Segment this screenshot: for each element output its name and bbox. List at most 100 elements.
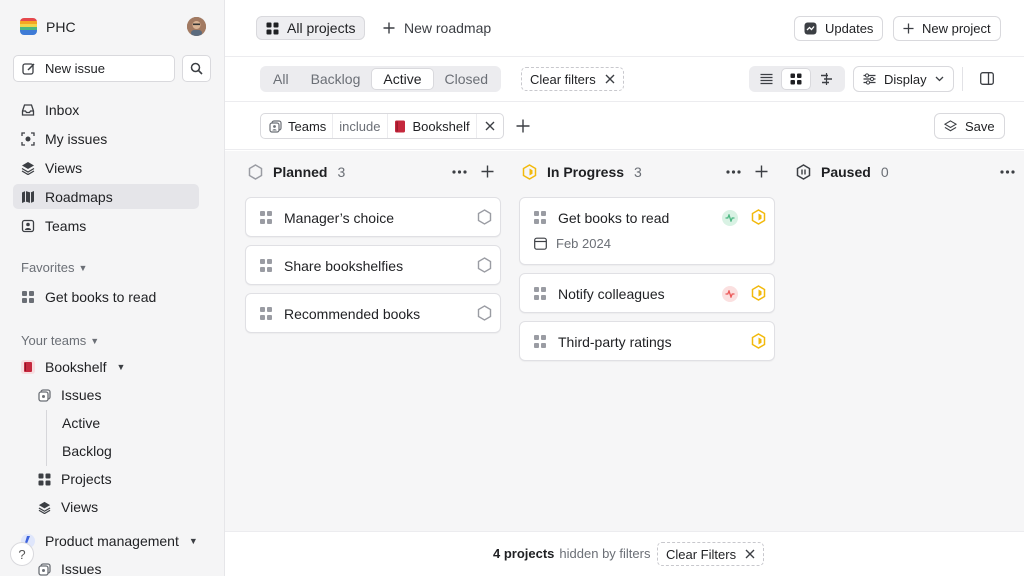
search-button[interactable] (182, 55, 211, 82)
project-card[interactable]: Third-party ratings (519, 321, 775, 361)
team-product-management[interactable]: Product management ▼ (21, 533, 198, 549)
close-icon (745, 549, 755, 559)
new-roadmap-button[interactable]: New roadmap (383, 20, 491, 36)
compose-icon (22, 62, 36, 76)
grid-icon (21, 290, 35, 304)
target-date[interactable]: Feb 2024 (534, 236, 611, 251)
drag-handle-icon[interactable] (260, 259, 272, 272)
your-teams-section-toggle[interactable]: Your teams ▼ (21, 333, 99, 348)
footer-clear-filters-button[interactable]: Clear Filters (657, 542, 765, 566)
column-options-button[interactable] (452, 170, 467, 174)
display-button[interactable]: Display (853, 66, 954, 92)
filter-value-label: Bookshelf (412, 118, 470, 134)
all-projects-button[interactable]: All projects (256, 16, 366, 40)
column-add-button[interactable] (481, 165, 494, 178)
sidebar-item-inbox[interactable]: Inbox (13, 97, 199, 122)
favorites-section-toggle[interactable]: Favorites ▼ (21, 260, 87, 275)
workspace-logo-icon[interactable] (20, 18, 37, 35)
team-bookshelf[interactable]: Bookshelf ▼ (21, 359, 125, 375)
sidebar-item-roadmaps[interactable]: Roadmaps (13, 184, 199, 209)
view-switcher (749, 66, 845, 92)
tab-all[interactable]: All (262, 68, 300, 90)
column-title: In Progress (547, 164, 625, 180)
team-item-views[interactable]: Views (38, 499, 98, 515)
workspace-name[interactable]: PHC (46, 19, 76, 35)
layers-icon (21, 161, 35, 175)
avatar[interactable] (187, 17, 206, 36)
team-item-issues[interactable]: Issues (38, 561, 101, 576)
all-projects-label: All projects (287, 20, 356, 36)
filter-value[interactable]: Bookshelf (386, 114, 476, 138)
map-icon (21, 190, 35, 204)
team-item-label: Issues (61, 561, 102, 576)
in-progress-hexagon-icon[interactable] (751, 285, 766, 301)
hidden-projects-notice: 4 projects hidden by filters (493, 546, 650, 561)
new-project-button[interactable]: New project (893, 16, 1001, 41)
favorite-item[interactable]: Get books to read (13, 284, 199, 309)
in-progress-hexagon-icon[interactable] (751, 209, 766, 225)
in-progress-hexagon-icon[interactable] (751, 333, 766, 349)
your-teams-label: Your teams (21, 333, 87, 348)
drag-handle-icon[interactable] (534, 335, 546, 348)
new-issue-label: New issue (45, 61, 105, 76)
team-item-issues[interactable]: Issues (38, 387, 101, 403)
updates-icon (804, 22, 817, 35)
help-button[interactable]: ? (10, 542, 34, 566)
off-track-health-icon[interactable] (722, 286, 738, 302)
hexagon-icon[interactable] (477, 257, 492, 273)
board-view-button[interactable] (781, 68, 811, 90)
column-options-button[interactable] (1000, 170, 1015, 174)
team-item-backlog[interactable]: Backlog (62, 443, 112, 459)
sidebar-item-my-issues[interactable]: My issues (13, 126, 199, 151)
tab-backlog[interactable]: Backlog (300, 68, 372, 90)
layers-icon (38, 501, 51, 514)
column-options-button[interactable] (726, 170, 741, 174)
team-item-label: Active (62, 415, 101, 431)
project-card[interactable]: Notify colleagues (519, 273, 775, 313)
project-card[interactable]: Recommended books (245, 293, 501, 333)
hexagon-icon[interactable] (477, 305, 492, 321)
toggle-panel-button[interactable] (980, 72, 994, 85)
list-view-button[interactable] (751, 68, 781, 90)
more-icon (1000, 170, 1015, 174)
drag-handle-icon[interactable] (534, 211, 546, 224)
project-card[interactable]: Share bookshelfies (245, 245, 501, 285)
team-item-active[interactable]: Active (62, 415, 100, 431)
column-title: Planned (273, 164, 328, 180)
project-card[interactable]: Manager’s choice (245, 197, 501, 237)
sidebar-panel-icon (980, 72, 994, 85)
add-filter-button[interactable] (516, 119, 530, 133)
filter-chip[interactable]: Teams include Bookshelf (260, 113, 504, 139)
save-view-button[interactable]: Save (934, 113, 1005, 139)
more-icon (452, 170, 467, 174)
tab-active[interactable]: Active (371, 68, 434, 90)
remove-filter-button[interactable] (475, 114, 503, 138)
timeline-view-button[interactable] (811, 68, 841, 90)
book-icon (394, 114, 406, 138)
clear-filters-button[interactable]: Clear filters (521, 67, 624, 91)
paused-hexagon-icon (796, 164, 811, 180)
caret-down-icon: ▼ (78, 262, 88, 273)
book-icon (21, 360, 35, 374)
hexagon-icon[interactable] (477, 209, 492, 225)
column-add-button[interactable] (755, 165, 768, 178)
sidebar-item-views[interactable]: Views (13, 155, 199, 180)
team-item-label: Issues (61, 387, 102, 403)
sidebar-item-teams[interactable]: Teams (13, 213, 199, 238)
board-icon (790, 73, 802, 85)
filter-operator[interactable]: include (332, 114, 386, 138)
updates-button[interactable]: Updates (794, 16, 884, 41)
drag-handle-icon[interactable] (260, 211, 272, 224)
on-track-health-icon[interactable] (722, 210, 738, 226)
project-card[interactable]: Get books to read Feb 2024 (519, 197, 775, 265)
column-count: 0 (880, 164, 889, 180)
new-issue-button[interactable]: New issue (13, 55, 175, 82)
sidebar: PHC New issue Inbox My issues Views Road… (0, 0, 225, 576)
drag-handle-icon[interactable] (260, 307, 272, 320)
sliders-icon (863, 73, 876, 85)
hidden-text: hidden by filters (559, 546, 651, 561)
column-count: 3 (337, 164, 346, 180)
tab-closed[interactable]: Closed (434, 68, 500, 90)
drag-handle-icon[interactable] (534, 287, 546, 300)
team-item-projects[interactable]: Projects (38, 471, 112, 487)
